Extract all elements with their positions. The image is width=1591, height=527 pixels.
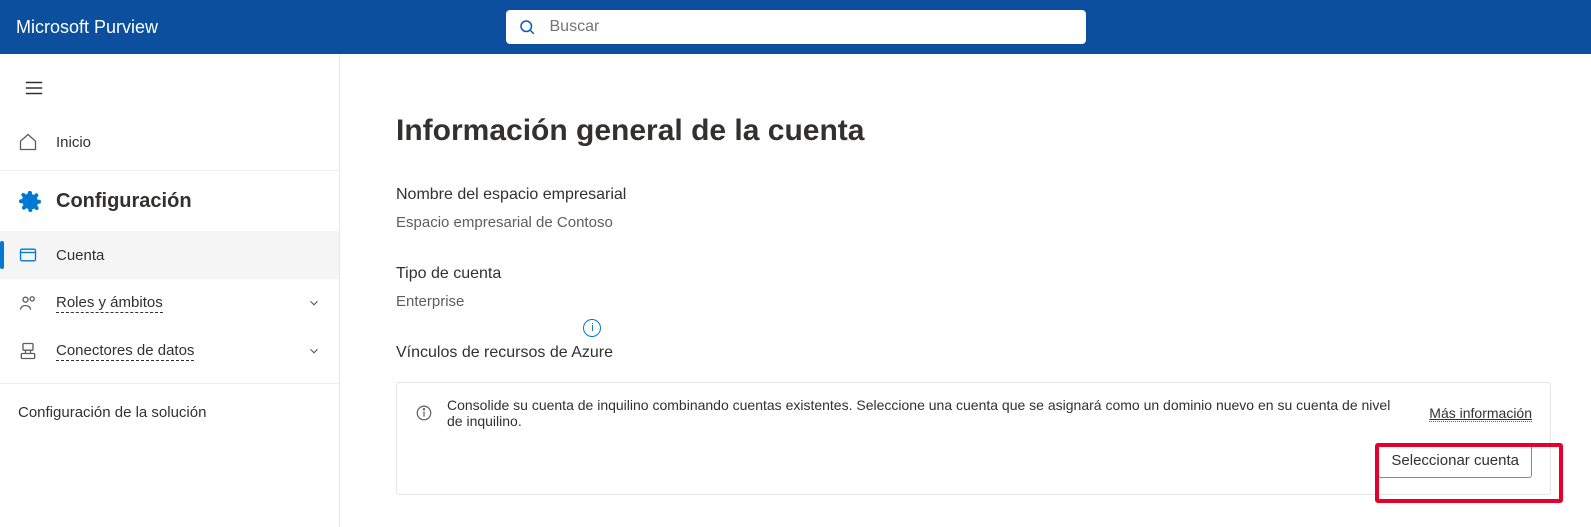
sidebar: Inicio Configuración Cuenta Roles y ámbi… — [0, 54, 340, 527]
azure-links-label: Vínculos de recursos de Azure — [396, 344, 613, 362]
sidebar-item-roles[interactable]: Roles y ámbitos — [0, 279, 339, 327]
sidebar-item-account[interactable]: Cuenta — [0, 231, 339, 279]
sidebar-item-label: Configuración — [56, 190, 192, 213]
account-type-value: Enterprise — [396, 293, 1551, 310]
sidebar-item-label: Inicio — [56, 134, 91, 151]
sidebar-item-connectors[interactable]: Conectores de datos — [0, 327, 339, 375]
app-title: Microsoft Purview — [16, 17, 158, 38]
sidebar-item-label: Cuenta — [56, 247, 104, 264]
account-type-label: Tipo de cuenta — [396, 265, 1551, 283]
app-header: Microsoft Purview — [0, 0, 1591, 54]
info-icon[interactable]: i — [583, 319, 601, 337]
info-banner-text: Consolide su cuenta de inquilino combina… — [447, 397, 1391, 429]
hamburger-button[interactable] — [14, 68, 54, 108]
chevron-down-icon — [307, 344, 321, 358]
search-icon — [518, 18, 536, 36]
sidebar-item-home[interactable]: Inicio — [0, 114, 339, 171]
chevron-down-icon — [307, 296, 321, 310]
account-icon — [18, 245, 38, 265]
sidebar-item-label: Roles y ámbitos — [56, 294, 163, 313]
tenant-name-field: Nombre del espacio empresarial Espacio e… — [396, 186, 1551, 231]
page-title: Información general de la cuenta — [396, 114, 1551, 148]
sidebar-section-settings[interactable]: Configuración — [0, 171, 339, 231]
roles-icon — [18, 293, 38, 313]
info-banner: Consolide su cuenta de inquilino combina… — [396, 382, 1551, 495]
sidebar-item-label: Conectores de datos — [56, 342, 194, 361]
main-content: Información general de la cuenta Nombre … — [340, 54, 1591, 527]
home-icon — [18, 132, 38, 152]
tenant-name-label: Nombre del espacio empresarial — [396, 186, 1551, 204]
search-box[interactable] — [506, 10, 1086, 44]
account-type-field: Tipo de cuenta Enterprise — [396, 265, 1551, 310]
info-icon — [415, 404, 433, 422]
learn-more-link[interactable]: Más información — [1429, 405, 1532, 422]
sidebar-item-solution-config[interactable]: Configuración de la solución — [0, 383, 339, 441]
tenant-name-value: Espacio empresarial de Contoso — [396, 214, 1551, 231]
select-account-button[interactable]: Seleccionar cuenta — [1378, 443, 1532, 478]
connectors-icon — [18, 341, 38, 361]
sidebar-item-label: Configuración de la solución — [18, 404, 206, 421]
hamburger-icon — [23, 77, 45, 99]
search-input[interactable] — [550, 18, 1074, 36]
gear-icon — [18, 189, 42, 213]
